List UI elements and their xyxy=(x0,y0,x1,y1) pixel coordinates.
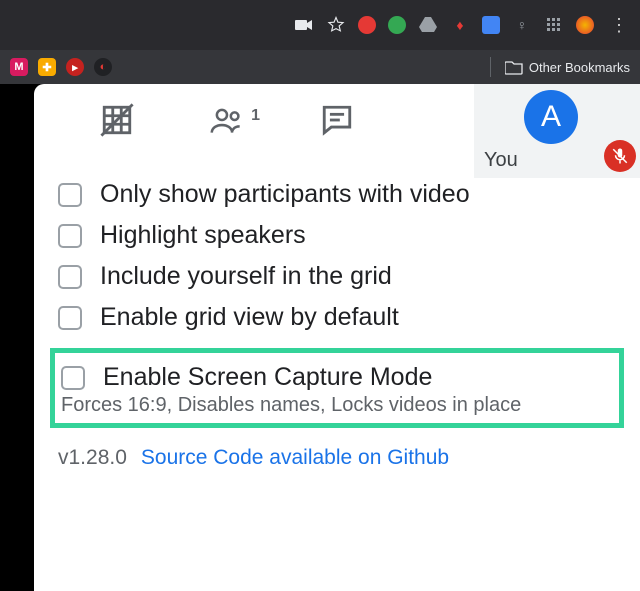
grid-off-icon xyxy=(100,103,134,137)
extension-icon[interactable] xyxy=(358,16,376,34)
extension-icon[interactable] xyxy=(482,16,500,34)
bookmark-icon[interactable]: ◐ xyxy=(94,58,112,76)
option-label: Only show participants with video xyxy=(100,180,470,209)
other-bookmarks-folder[interactable]: Other Bookmarks xyxy=(505,60,630,75)
option-only-video-participants[interactable]: Only show participants with video xyxy=(58,174,616,215)
checkbox[interactable] xyxy=(58,265,82,289)
profile-avatar-icon[interactable] xyxy=(576,16,594,34)
mic-muted-icon[interactable] xyxy=(604,140,636,172)
drive-icon[interactable] xyxy=(418,15,438,35)
folder-icon xyxy=(505,60,523,75)
option-screen-capture-mode[interactable]: Enable Screen Capture Mode xyxy=(61,363,613,392)
tab-layout[interactable] xyxy=(62,103,172,137)
people-count-badge: 1 xyxy=(251,107,260,125)
bookmark-icon[interactable]: M xyxy=(10,58,28,76)
chat-icon xyxy=(320,103,354,137)
source-code-link[interactable]: Source Code available on Github xyxy=(141,446,449,470)
star-icon[interactable] xyxy=(326,15,346,35)
avatar-initial: A xyxy=(541,100,561,134)
browser-menu-icon[interactable]: ⋮ xyxy=(606,15,632,36)
lightbulb-icon[interactable]: ♀ xyxy=(512,15,532,35)
option-highlight-speakers[interactable]: Highlight speakers xyxy=(58,215,616,256)
divider xyxy=(490,57,491,77)
option-include-yourself[interactable]: Include yourself in the grid xyxy=(58,256,616,297)
camera-icon[interactable] xyxy=(294,15,314,35)
bookmark-icon[interactable]: ▸ xyxy=(66,58,84,76)
avatar: A xyxy=(524,90,578,144)
tab-people[interactable]: 1 xyxy=(172,103,282,137)
option-label: Enable Screen Capture Mode xyxy=(103,363,432,392)
bookmark-bar: M ✚ ▸ ◐ Other Bookmarks xyxy=(0,50,640,84)
option-label: Enable grid view by default xyxy=(100,303,399,332)
highlighted-option-group: Enable Screen Capture Mode Forces 16:9, … xyxy=(50,348,624,428)
option-default-grid[interactable]: Enable grid view by default xyxy=(58,297,616,338)
extension-icon[interactable]: ♦ xyxy=(450,15,470,35)
extension-icon[interactable] xyxy=(388,16,406,34)
browser-toolbar: ♦ ♀ ⋮ xyxy=(0,0,640,50)
tab-chat[interactable] xyxy=(282,103,392,137)
options-list: Only show participants with video Highli… xyxy=(34,156,640,428)
option-label: Highlight speakers xyxy=(100,221,306,250)
checkbox[interactable] xyxy=(58,183,82,207)
version-label: v1.28.0 xyxy=(58,446,127,470)
apps-grid-icon[interactable] xyxy=(544,15,564,35)
self-label: You xyxy=(484,149,518,172)
extension-popup-card: 1 A You Only show participants with vide… xyxy=(34,84,640,591)
self-video-tile[interactable]: A You xyxy=(474,84,640,178)
checkbox[interactable] xyxy=(58,224,82,248)
checkbox[interactable] xyxy=(61,366,85,390)
option-subtext: Forces 16:9, Disables names, Locks video… xyxy=(61,394,613,417)
other-bookmarks-label: Other Bookmarks xyxy=(529,60,630,75)
popup-footer: v1.28.0 Source Code available on Github xyxy=(34,428,640,488)
option-label: Include yourself in the grid xyxy=(100,262,392,291)
people-icon xyxy=(208,103,246,137)
checkbox[interactable] xyxy=(58,306,82,330)
bookmark-icon[interactable]: ✚ xyxy=(38,58,56,76)
